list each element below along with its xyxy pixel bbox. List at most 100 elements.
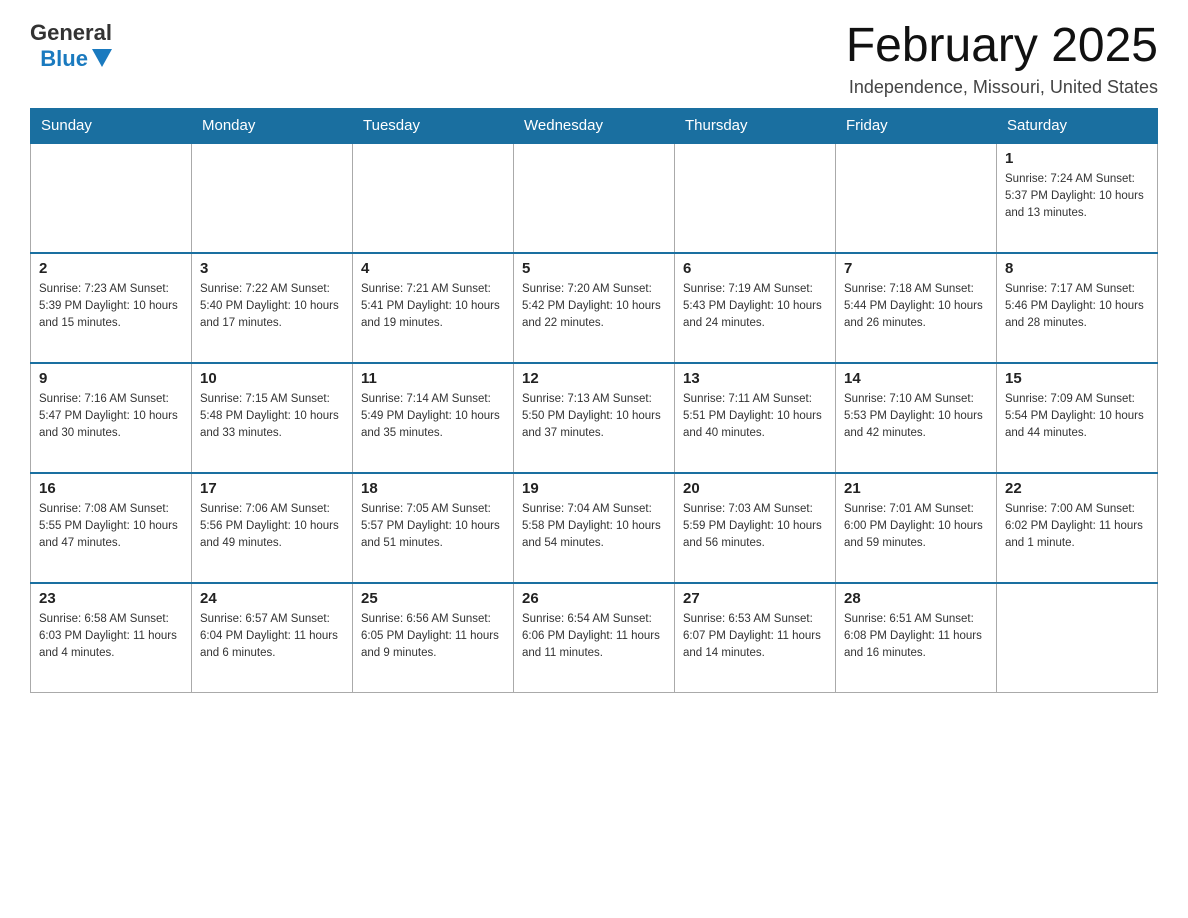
title-section: February 2025 Independence, Missouri, Un… [846, 20, 1158, 98]
day-number: 20 [683, 480, 827, 497]
calendar-week-row: 9 Sunrise: 7:16 AM Sunset: 5:47 PM Daylig… [31, 363, 1158, 473]
day-number: 13 [683, 370, 827, 387]
calendar-cell: 12 Sunrise: 7:13 AM Sunset: 5:50 PM Dayli… [514, 363, 675, 473]
day-info: Sunrise: 7:23 AM Sunset: 5:39 PM Dayligh… [39, 281, 183, 333]
calendar-cell: 3 Sunrise: 7:22 AM Sunset: 5:40 PM Daylig… [192, 253, 353, 363]
day-number: 15 [1005, 370, 1149, 387]
calendar-cell [353, 143, 514, 253]
day-info: Sunrise: 7:24 AM Sunset: 5:37 PM Dayligh… [1005, 171, 1149, 223]
day-info: Sunrise: 7:09 AM Sunset: 5:54 PM Dayligh… [1005, 391, 1149, 443]
day-number: 7 [844, 260, 988, 277]
calendar-table: Sunday Monday Tuesday Wednesday Thursday… [30, 108, 1158, 694]
calendar-cell [192, 143, 353, 253]
day-number: 26 [522, 590, 666, 607]
calendar-cell: 22 Sunrise: 7:00 AM Sunset: 6:02 PM Dayli… [997, 473, 1158, 583]
day-info: Sunrise: 7:11 AM Sunset: 5:51 PM Dayligh… [683, 391, 827, 443]
calendar-cell: 4Sunrise: 7:21 AM Sunset: 5:41 PM Daylig… [353, 253, 514, 363]
calendar-cell: 13 Sunrise: 7:11 AM Sunset: 5:51 PM Dayli… [675, 363, 836, 473]
day-info: Sunrise: 7:08 AM Sunset: 5:55 PM Dayligh… [39, 501, 183, 553]
day-number: 6 [683, 260, 827, 277]
calendar-cell: 14 Sunrise: 7:10 AM Sunset: 5:53 PM Dayli… [836, 363, 997, 473]
logo-general-text: General [30, 20, 112, 46]
calendar-cell [675, 143, 836, 253]
calendar-cell: 16Sunrise: 7:08 AM Sunset: 5:55 PM Dayli… [31, 473, 192, 583]
day-number: 17 [200, 480, 344, 497]
calendar-cell: 8Sunrise: 7:17 AM Sunset: 5:46 PM Daylig… [997, 253, 1158, 363]
calendar-cell: 15 Sunrise: 7:09 AM Sunset: 5:54 PM Dayli… [997, 363, 1158, 473]
header-tuesday: Tuesday [353, 108, 514, 143]
month-title: February 2025 [846, 20, 1158, 73]
page-header: General Blue February 2025 Independence,… [30, 20, 1158, 98]
calendar-cell: 10 Sunrise: 7:15 AM Sunset: 5:48 PM Dayli… [192, 363, 353, 473]
day-number: 2 [39, 260, 183, 277]
day-info: Sunrise: 7:21 AM Sunset: 5:41 PM Dayligh… [361, 281, 505, 333]
calendar-cell [836, 143, 997, 253]
day-info: Sunrise: 7:16 AM Sunset: 5:47 PM Dayligh… [39, 391, 183, 443]
calendar-cell: 17 Sunrise: 7:06 AM Sunset: 5:56 PM Dayli… [192, 473, 353, 583]
logo: General Blue [30, 20, 112, 72]
day-info: Sunrise: 7:06 AM Sunset: 5:56 PM Dayligh… [200, 501, 344, 553]
day-info: Sunrise: 6:53 AM Sunset: 6:07 PM Dayligh… [683, 611, 827, 663]
calendar-week-row: 16Sunrise: 7:08 AM Sunset: 5:55 PM Dayli… [31, 473, 1158, 583]
calendar-cell: 1 Sunrise: 7:24 AM Sunset: 5:37 PM Daylig… [997, 143, 1158, 253]
day-number: 22 [1005, 480, 1149, 497]
calendar-cell: 9 Sunrise: 7:16 AM Sunset: 5:47 PM Daylig… [31, 363, 192, 473]
day-number: 18 [361, 480, 505, 497]
calendar-cell: 11 Sunrise: 7:14 AM Sunset: 5:49 PM Dayli… [353, 363, 514, 473]
day-info: Sunrise: 7:17 AM Sunset: 5:46 PM Dayligh… [1005, 281, 1149, 333]
location-text: Independence, Missouri, United States [846, 77, 1158, 98]
day-info: Sunrise: 7:04 AM Sunset: 5:58 PM Dayligh… [522, 501, 666, 553]
header-monday: Monday [192, 108, 353, 143]
day-info: Sunrise: 6:58 AM Sunset: 6:03 PM Dayligh… [39, 611, 183, 663]
day-number: 11 [361, 370, 505, 387]
calendar-cell: 19 Sunrise: 7:04 AM Sunset: 5:58 PM Dayli… [514, 473, 675, 583]
day-info: Sunrise: 7:19 AM Sunset: 5:43 PM Dayligh… [683, 281, 827, 333]
day-info: Sunrise: 7:18 AM Sunset: 5:44 PM Dayligh… [844, 281, 988, 333]
header-sunday: Sunday [31, 108, 192, 143]
day-number: 27 [683, 590, 827, 607]
day-number: 3 [200, 260, 344, 277]
day-number: 12 [522, 370, 666, 387]
calendar-week-row: 1 Sunrise: 7:24 AM Sunset: 5:37 PM Daylig… [31, 143, 1158, 253]
calendar-cell: 5 Sunrise: 7:20 AM Sunset: 5:42 PM Daylig… [514, 253, 675, 363]
day-number: 9 [39, 370, 183, 387]
day-number: 14 [844, 370, 988, 387]
day-number: 24 [200, 590, 344, 607]
day-info: Sunrise: 7:10 AM Sunset: 5:53 PM Dayligh… [844, 391, 988, 443]
calendar-cell: 24 Sunrise: 6:57 AM Sunset: 6:04 PM Dayli… [192, 583, 353, 693]
day-info: Sunrise: 7:00 AM Sunset: 6:02 PM Dayligh… [1005, 501, 1149, 553]
calendar-cell: 20 Sunrise: 7:03 AM Sunset: 5:59 PM Dayli… [675, 473, 836, 583]
day-info: Sunrise: 7:15 AM Sunset: 5:48 PM Dayligh… [200, 391, 344, 443]
calendar-cell [997, 583, 1158, 693]
day-number: 21 [844, 480, 988, 497]
day-info: Sunrise: 6:57 AM Sunset: 6:04 PM Dayligh… [200, 611, 344, 663]
day-info: Sunrise: 7:03 AM Sunset: 5:59 PM Dayligh… [683, 501, 827, 553]
calendar-cell [514, 143, 675, 253]
day-number: 10 [200, 370, 344, 387]
day-info: Sunrise: 7:13 AM Sunset: 5:50 PM Dayligh… [522, 391, 666, 443]
day-number: 23 [39, 590, 183, 607]
day-info: Sunrise: 6:56 AM Sunset: 6:05 PM Dayligh… [361, 611, 505, 663]
header-friday: Friday [836, 108, 997, 143]
day-number: 25 [361, 590, 505, 607]
day-number: 19 [522, 480, 666, 497]
day-info: Sunrise: 7:01 AM Sunset: 6:00 PM Dayligh… [844, 501, 988, 553]
day-number: 1 [1005, 150, 1149, 167]
calendar-cell: 26Sunrise: 6:54 AM Sunset: 6:06 PM Dayli… [514, 583, 675, 693]
header-thursday: Thursday [675, 108, 836, 143]
day-number: 5 [522, 260, 666, 277]
header-saturday: Saturday [997, 108, 1158, 143]
calendar-cell: 7 Sunrise: 7:18 AM Sunset: 5:44 PM Daylig… [836, 253, 997, 363]
day-info: Sunrise: 7:14 AM Sunset: 5:49 PM Dayligh… [361, 391, 505, 443]
day-info: Sunrise: 7:22 AM Sunset: 5:40 PM Dayligh… [200, 281, 344, 333]
calendar-week-row: 23 Sunrise: 6:58 AM Sunset: 6:03 PM Dayli… [31, 583, 1158, 693]
day-info: Sunrise: 7:05 AM Sunset: 5:57 PM Dayligh… [361, 501, 505, 553]
calendar-week-row: 2 Sunrise: 7:23 AM Sunset: 5:39 PM Daylig… [31, 253, 1158, 363]
logo-blue-text: Blue [40, 46, 88, 72]
day-info: Sunrise: 6:51 AM Sunset: 6:08 PM Dayligh… [844, 611, 988, 663]
day-number: 28 [844, 590, 988, 607]
calendar-cell: 28 Sunrise: 6:51 AM Sunset: 6:08 PM Dayli… [836, 583, 997, 693]
calendar-cell: 18 Sunrise: 7:05 AM Sunset: 5:57 PM Dayli… [353, 473, 514, 583]
calendar-header-row: Sunday Monday Tuesday Wednesday Thursday… [31, 108, 1158, 143]
day-info: Sunrise: 7:20 AM Sunset: 5:42 PM Dayligh… [522, 281, 666, 333]
